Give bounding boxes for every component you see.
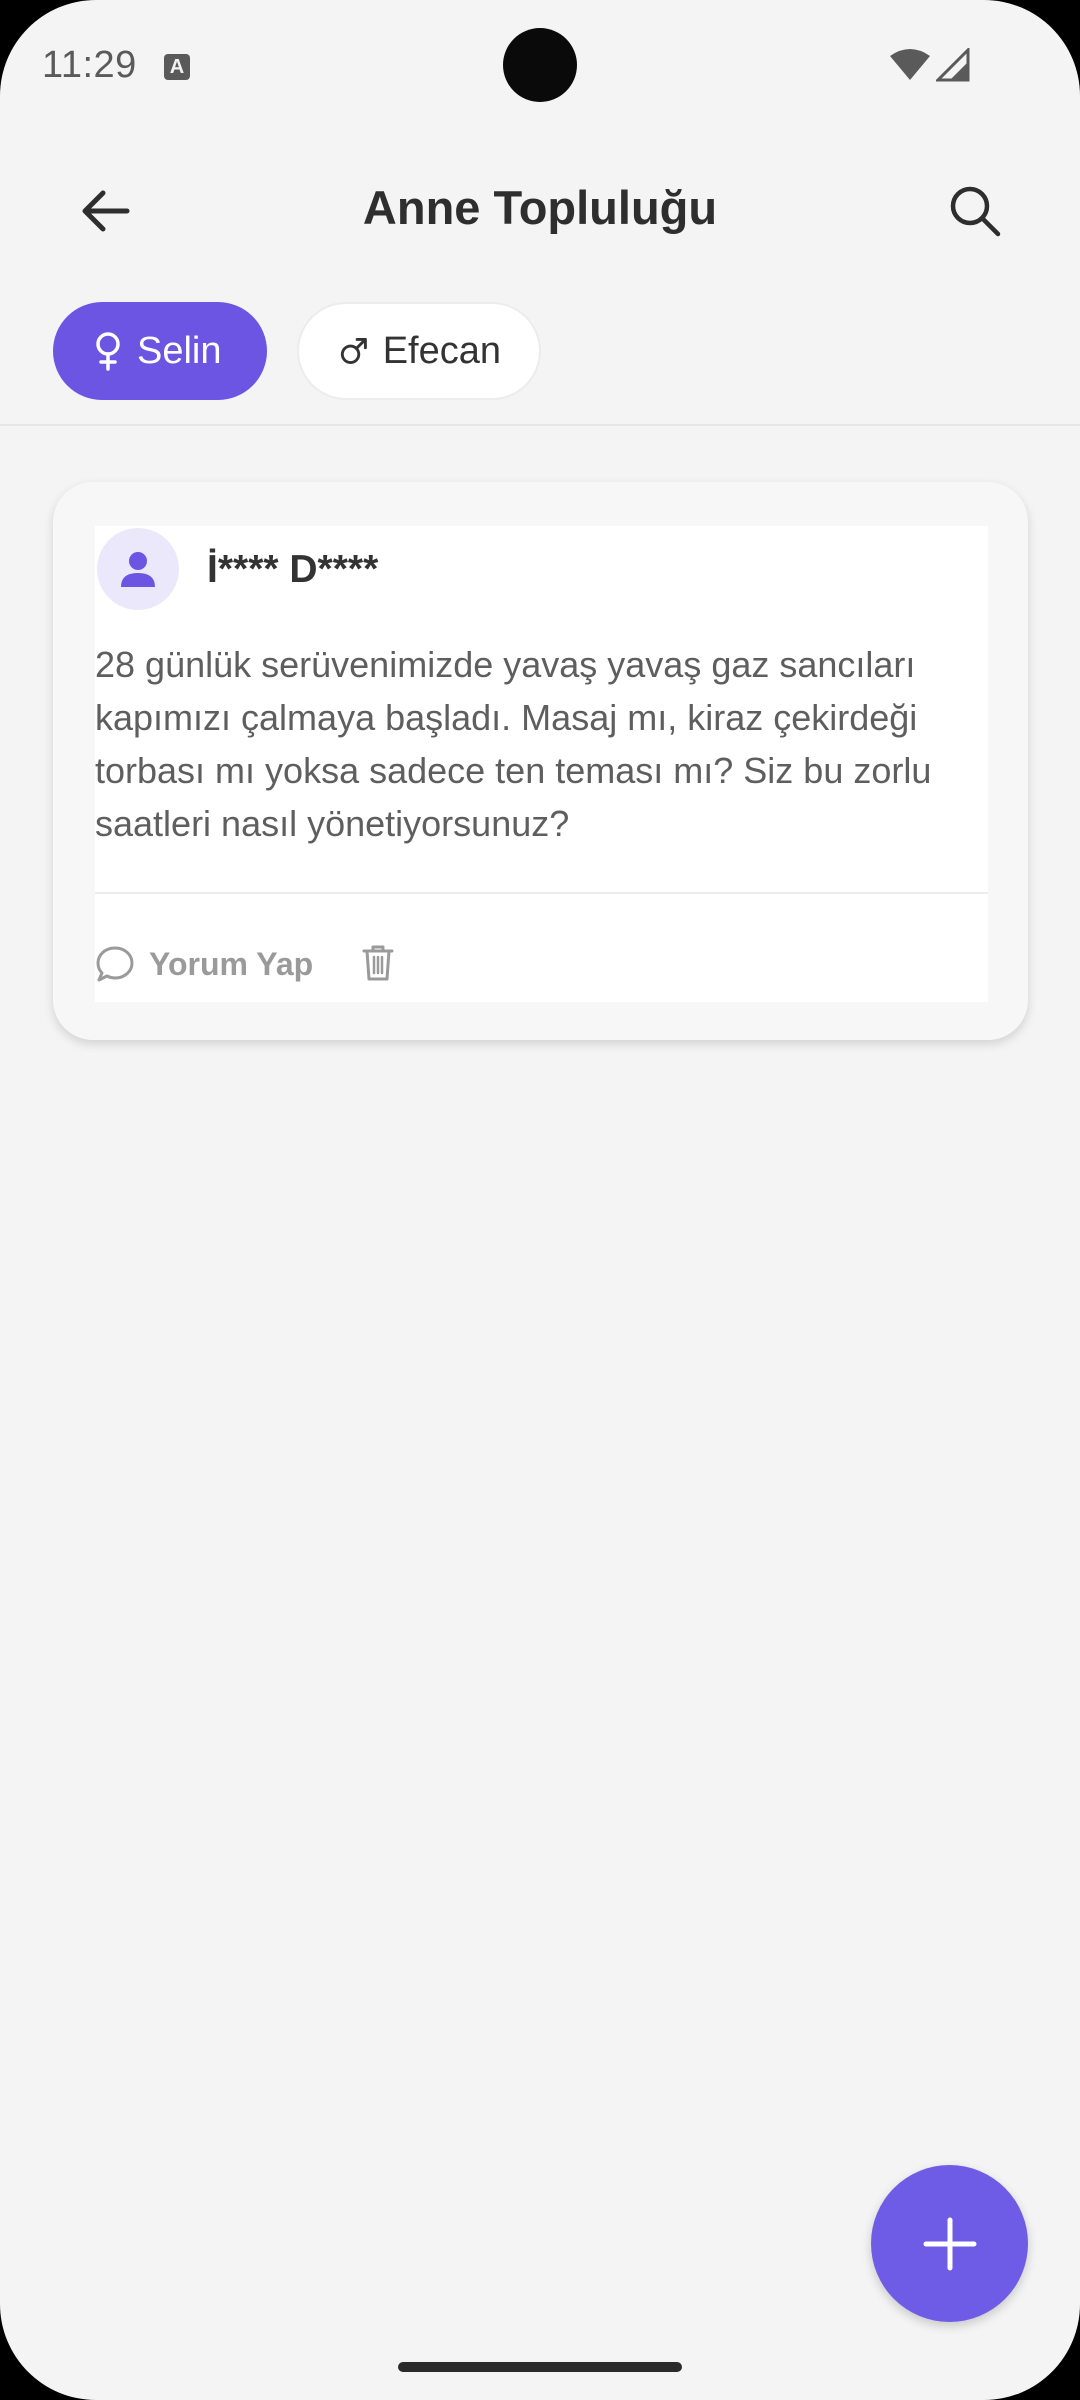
status-bar: 11:29 A (0, 0, 1080, 130)
post-body: 28 günlük serüvenimizde yavaş yavaş gaz … (95, 644, 932, 844)
status-time: 11:29 (42, 44, 137, 86)
chip-efecan[interactable]: Efecan (297, 302, 541, 400)
post-content: İ**** D**** 28 günlük serüvenimizde yava… (95, 526, 988, 1002)
home-indicator[interactable] (398, 2362, 682, 2372)
app-screen: 11:29 A Anne Topluluğu Selin Efecan İ***… (0, 0, 1080, 2400)
plus-icon (923, 2217, 976, 2270)
post-card[interactable]: İ**** D**** 28 günlük serüvenimizde yava… (53, 482, 1028, 1040)
delete-button[interactable] (355, 940, 401, 986)
page-title: Anne Topluluğu (362, 181, 718, 234)
notification-a-icon: A (164, 54, 190, 80)
header-divider (0, 424, 1080, 426)
male-icon (340, 338, 367, 364)
chip-selin[interactable]: Selin (53, 302, 267, 400)
add-post-button[interactable] (871, 2165, 1028, 2322)
comment-label: Yorum Yap (149, 945, 314, 982)
profile-chip-row: Selin Efecan (53, 302, 541, 400)
chip-label: Efecan (382, 329, 501, 372)
signal-icon (936, 48, 970, 82)
wifi-icon (890, 49, 930, 80)
person-icon (121, 552, 155, 587)
post-author: İ**** D**** (207, 548, 379, 591)
camera-cutout (503, 28, 577, 102)
comment-button[interactable]: Yorum Yap (95, 936, 313, 992)
search-button[interactable] (930, 176, 1020, 246)
post-divider (95, 892, 988, 894)
female-icon (96, 332, 120, 371)
chip-label: Selin (137, 329, 222, 372)
speech-bubble-icon (96, 946, 134, 982)
app-bar: Anne Topluluğu (0, 150, 1080, 270)
avatar (97, 528, 179, 610)
trash-icon (362, 945, 394, 981)
search-icon (950, 186, 1001, 237)
